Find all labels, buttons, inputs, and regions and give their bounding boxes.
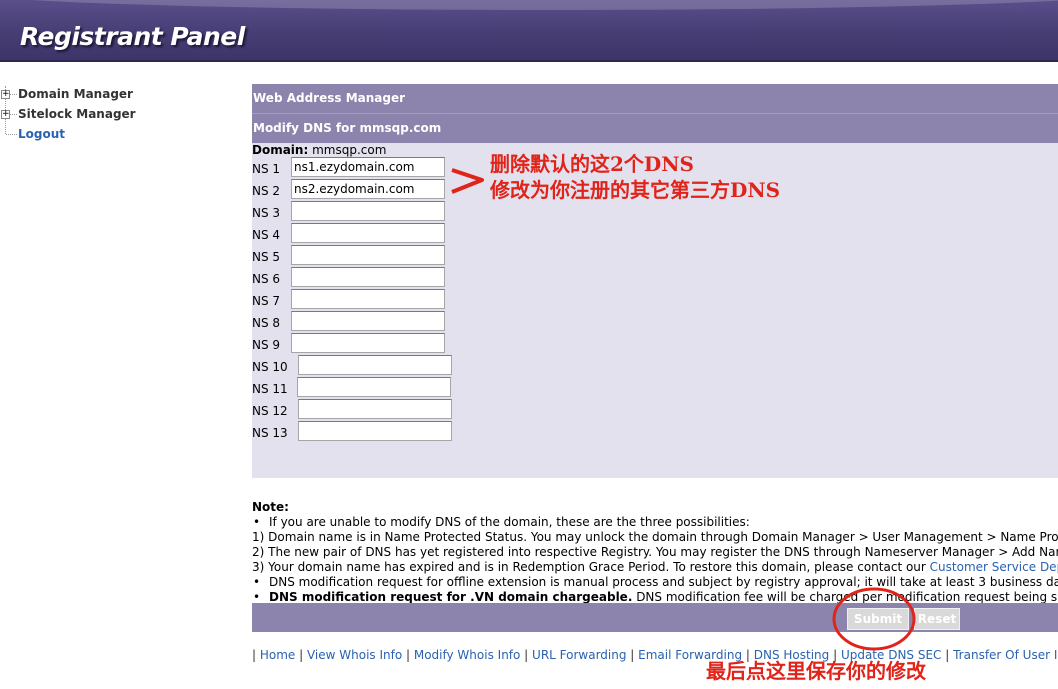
expand-icon[interactable]: + (1, 110, 10, 119)
app-title: Registrant Panel (20, 22, 245, 51)
notes-bullet: • DNS modification request for offline ex… (252, 575, 1058, 590)
ns-label: NS 1 (252, 162, 281, 176)
customer-service-link[interactable]: Customer Service Department (930, 560, 1058, 574)
notes-title: Note: (252, 500, 289, 514)
sidebar-item-domain-manager[interactable]: + Domain Manager (0, 86, 240, 106)
ns5-input[interactable] (291, 245, 445, 265)
ns11-input[interactable] (297, 377, 451, 397)
notes-intro: If you are unable to modify DNS of the d… (269, 515, 750, 529)
tree-branch (10, 114, 17, 115)
notes-bullet: • If you are unable to modify DNS of the … (253, 515, 750, 529)
header-banner: Registrant Panel (0, 0, 1058, 62)
domain-label: Domain: (252, 143, 309, 157)
ns12-input[interactable] (298, 399, 452, 419)
notes-text: 3) Your domain name has expired and is i… (252, 560, 930, 574)
notes-text: DNS modification request for offline ext… (269, 575, 1058, 589)
footer-link-transfer-user-id[interactable]: Transfer Of User ID (953, 648, 1058, 662)
domain-row: Domain: mmsqp.com (252, 143, 386, 157)
ns7-input[interactable] (291, 289, 445, 309)
sidebar-item-logout[interactable]: Logout (0, 126, 240, 146)
notes-line: 2) The new pair of DNS has yet registere… (252, 545, 1058, 559)
ns-label: NS 13 (252, 426, 288, 440)
ns-label: NS 6 (252, 272, 281, 286)
annotation-line: 删除默认的这2个DNS (490, 152, 694, 176)
ns-label: NS 5 (252, 250, 281, 264)
ns8-input[interactable] (291, 311, 445, 331)
tree-branch (10, 94, 17, 95)
sidebar-item-label[interactable]: Sitelock Manager (18, 106, 136, 122)
notes-line: 3) Your domain name has expired and is i… (252, 560, 1058, 575)
footer-link-view-whois[interactable]: View Whois Info (307, 648, 402, 662)
ns4-input[interactable] (291, 223, 445, 243)
button-bar: Submit Reset (252, 603, 1058, 632)
expand-icon[interactable]: + (1, 90, 10, 99)
reset-button[interactable]: Reset (914, 608, 960, 630)
sidebar-tree: + Domain Manager + Sitelock Manager Logo… (0, 86, 240, 146)
header-divider (0, 60, 1058, 62)
footer-link-url-forwarding[interactable]: URL Forwarding (532, 648, 626, 662)
notes-section: Note: • If you are unable to modify DNS o… (252, 500, 1058, 605)
ns-label: NS 8 (252, 316, 281, 330)
annotation-submit-note: 最后点这里保存你的修改 (706, 659, 926, 683)
form-title: Modify DNS for mmsqp.com (252, 113, 1058, 143)
notes-bold-text: DNS modification request for .VN domain … (269, 590, 633, 604)
ns3-input[interactable] (291, 201, 445, 221)
domain-value: mmsqp.com (312, 143, 387, 157)
ns-label: NS 10 (252, 360, 288, 374)
ns9-input[interactable] (291, 333, 445, 353)
sidebar-item-sitelock-manager[interactable]: + Sitelock Manager (0, 106, 240, 126)
section-title: Web Address Manager (252, 84, 1058, 113)
annotation-line: 修改为你注册的其它第三方DNS (490, 178, 781, 202)
ns-label: NS 7 (252, 294, 281, 308)
annotation-ns-note: 删除默认的这2个DNS 修改为你注册的其它第三方DNS (490, 151, 780, 203)
ns1-input[interactable]: ns1.ezydomain.com (291, 157, 445, 177)
ns2-input[interactable]: ns2.ezydomain.com (291, 179, 445, 199)
ns13-input[interactable] (298, 421, 452, 441)
header-highlight (0, 0, 1058, 10)
footer-link-modify-whois[interactable]: Modify Whois Info (414, 648, 521, 662)
footer-link-home[interactable]: Home (260, 648, 295, 662)
annotation-chevron-icon (451, 168, 484, 194)
ns-label: NS 3 (252, 206, 281, 220)
ns-label: NS 2 (252, 184, 281, 198)
sidebar-item-label[interactable]: Domain Manager (18, 86, 133, 102)
footer-nav: | Home | View Whois Info | Modify Whois … (252, 648, 1058, 662)
sidebar-item-label[interactable]: Logout (18, 126, 65, 142)
main-panel: Web Address Manager Modify DNS for mmsqp… (252, 84, 1058, 478)
tree-branch (6, 134, 17, 135)
ns-label: NS 11 (252, 382, 288, 396)
annotation-circle-icon (832, 587, 916, 651)
ns-label: NS 4 (252, 228, 281, 242)
ns6-input[interactable] (291, 267, 445, 287)
ns-label: NS 12 (252, 404, 288, 418)
ns10-input[interactable] (298, 355, 452, 375)
ns-label: NS 9 (252, 338, 281, 352)
notes-line: 1) Domain name is in Name Protected Stat… (252, 530, 1058, 544)
